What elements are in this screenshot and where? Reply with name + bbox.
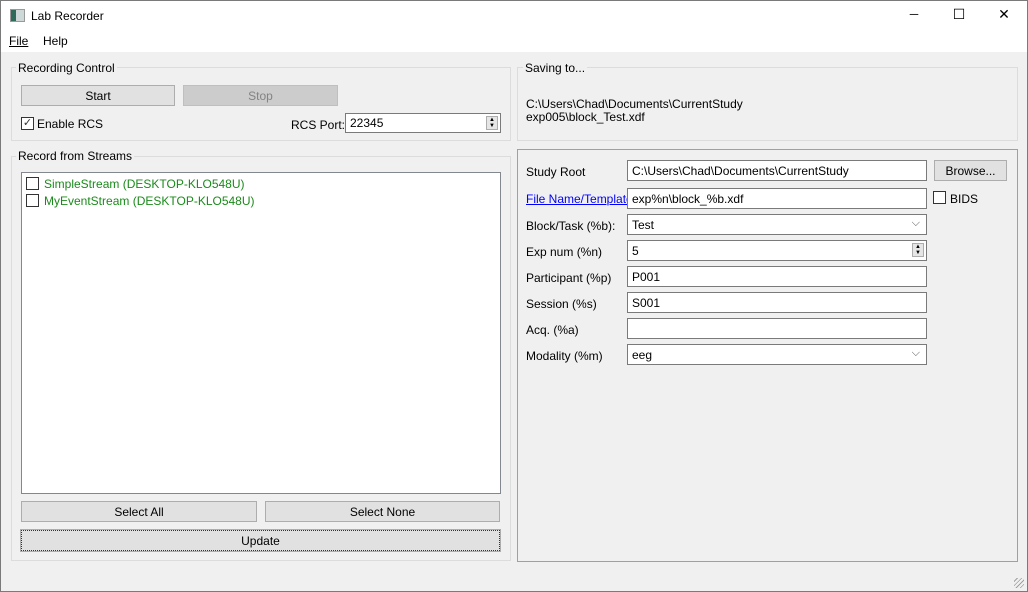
study-root-value: C:\Users\Chad\Documents\CurrentStudy <box>632 163 849 178</box>
exp-label: Exp num (%n) <box>526 245 603 259</box>
close-button[interactable]: ✕ <box>986 6 1022 23</box>
stream-checkbox[interactable] <box>26 177 39 190</box>
rcs-port-spinbox[interactable]: 22345 ▲ ▼ <box>345 113 501 133</box>
file-template-input[interactable]: exp%n\block_%b.xdf <box>627 188 927 209</box>
session-input[interactable]: S001 <box>627 292 927 313</box>
recording-control-title: Recording Control <box>16 61 117 75</box>
streams-title: Record from Streams <box>16 149 135 163</box>
block-label: Block/Task (%b): <box>526 219 616 233</box>
block-combobox[interactable]: Test ⌵ <box>627 214 927 235</box>
file-template-link[interactable]: File Name/Template <box>526 192 633 206</box>
window-title: Lab Recorder <box>31 9 104 23</box>
select-none-button[interactable]: Select None <box>265 501 500 522</box>
stream-list[interactable]: SimpleStream (DESKTOP-KLO548U) MyEventSt… <box>21 172 501 494</box>
start-button[interactable]: Start <box>21 85 175 106</box>
enable-rcs-checkbox[interactable]: ✓ <box>21 117 34 130</box>
modality-value: eeg <box>632 347 653 362</box>
saving-path-line1: C:\Users\Chad\Documents\CurrentStudy <box>526 97 743 111</box>
menu-file[interactable]: File <box>9 34 28 48</box>
chevron-down-icon: ⌵ <box>911 217 920 229</box>
exp-spinbox[interactable]: 5 ▲ ▼ <box>627 240 927 261</box>
rcs-port-value: 22345 <box>350 116 384 130</box>
saving-title: Saving to... <box>523 61 588 75</box>
participant-value: P001 <box>632 269 661 284</box>
stream-checkbox[interactable] <box>26 194 39 207</box>
update-button[interactable]: Update <box>20 529 501 552</box>
rcs-port-label: RCS Port: <box>291 118 346 132</box>
menu-help[interactable]: Help <box>43 34 68 48</box>
stream-item[interactable]: MyEventStream (DESKTOP-KLO548U) <box>44 194 255 208</box>
spin-arrows-icon[interactable]: ▲ ▼ <box>912 243 924 257</box>
acq-input[interactable] <box>627 318 927 339</box>
file-template-value: exp%n\block_%b.xdf <box>632 191 744 206</box>
browse-button[interactable]: Browse... <box>934 160 1007 181</box>
study-root-input[interactable]: C:\Users\Chad\Documents\CurrentStudy <box>627 160 927 181</box>
acq-label: Acq. (%a) <box>526 323 579 337</box>
modality-combobox[interactable]: eeg ⌵ <box>627 344 927 365</box>
participant-label: Participant (%p) <box>526 271 612 285</box>
resize-grip-icon[interactable] <box>1014 578 1024 588</box>
stream-item[interactable]: SimpleStream (DESKTOP-KLO548U) <box>44 177 245 191</box>
title-bar: Lab Recorder ─ ☐ ✕ <box>1 1 1027 30</box>
saving-path-line2: exp005\block_Test.xdf <box>526 110 645 124</box>
maximize-button[interactable]: ☐ <box>941 6 977 23</box>
bids-label: BIDS <box>950 192 979 206</box>
session-value: S001 <box>632 295 661 310</box>
session-label: Session (%s) <box>526 297 597 311</box>
study-root-label: Study Root <box>526 165 586 179</box>
modality-label: Modality (%m) <box>526 349 603 363</box>
spin-arrows-icon[interactable]: ▲ ▼ <box>486 116 498 130</box>
stop-button[interactable]: Stop <box>183 85 338 106</box>
participant-input[interactable]: P001 <box>627 266 927 287</box>
select-all-button[interactable]: Select All <box>21 501 257 522</box>
app-icon <box>10 9 25 22</box>
exp-value: 5 <box>632 243 639 258</box>
enable-rcs-label: Enable RCS <box>37 117 104 131</box>
minimize-button[interactable]: ─ <box>896 7 932 21</box>
menu-bar: File Help <box>1 30 1027 52</box>
chevron-down-icon: ⌵ <box>911 347 920 359</box>
bids-checkbox[interactable] <box>933 191 946 204</box>
block-value: Test <box>632 217 655 232</box>
